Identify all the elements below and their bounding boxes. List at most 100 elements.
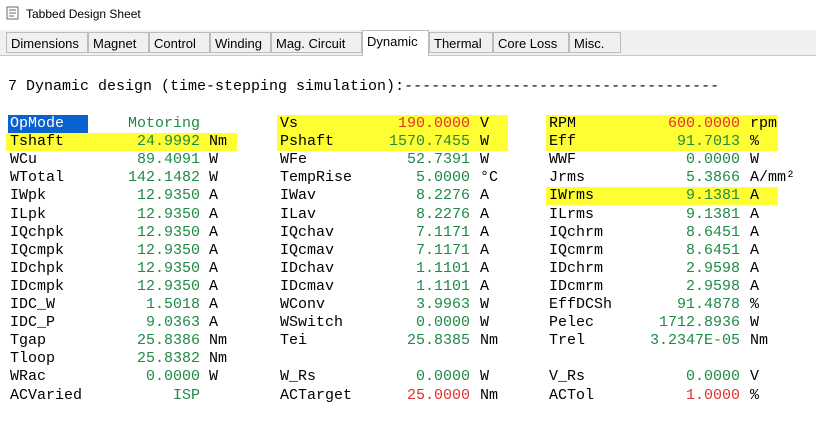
param-value: 3.9963 [415, 296, 470, 313]
param-unit: W [480, 133, 490, 151]
param-unit: A [209, 223, 219, 241]
param-label: WCu [10, 151, 38, 169]
param-value: Motoring [127, 115, 200, 132]
param-unit: rpm [750, 115, 778, 132]
param-unit: A [750, 259, 760, 277]
param-value: 8.2276 [415, 205, 470, 223]
param-value: 8.6451 [685, 223, 740, 241]
param-unit: A [750, 187, 760, 205]
param-unit: W [209, 368, 219, 386]
param-unit: A [480, 223, 490, 241]
param-label: Tei [280, 332, 308, 350]
param-value: 25.8385 [406, 332, 470, 350]
param-unit: V [750, 368, 760, 386]
param-value: 0.0000 [685, 368, 740, 386]
param-value: 52.7391 [406, 151, 470, 169]
param-unit: W [209, 151, 219, 169]
param-value: 1.1101 [415, 277, 470, 295]
param-value: 142.1482 [127, 169, 200, 187]
param-unit: A [480, 187, 490, 205]
param-value: 0.0000 [685, 151, 740, 169]
param-unit: A [480, 205, 490, 223]
param-value: 25.8386 [136, 332, 200, 350]
param-value: 12.9350 [136, 259, 200, 277]
param-value: 89.4091 [136, 151, 200, 169]
param-value: 7.1171 [415, 241, 470, 259]
param-value: 9.1381 [685, 205, 740, 223]
param-unit: V [480, 115, 490, 132]
param-label: WFe [280, 151, 308, 169]
param-unit: A [750, 223, 760, 241]
param-value: 9.0363 [145, 314, 200, 332]
param-unit: A [750, 205, 760, 223]
param-value: 12.9350 [136, 205, 200, 223]
param-unit: Nm [480, 332, 499, 350]
param-value: 1712.8936 [658, 314, 740, 332]
param-unit: A/mm² [750, 169, 796, 187]
param-value: 12.9350 [136, 277, 200, 295]
param-value: 25.8382 [136, 350, 200, 368]
param-unit: A [480, 241, 490, 259]
param-unit: A [750, 241, 760, 259]
param-unit: Nm [209, 133, 228, 151]
param-value: 0.0000 [415, 368, 470, 386]
param-value: 3.2347E-05 [649, 332, 740, 350]
param-value: 0.0000 [415, 314, 470, 332]
title-bar: Tabbed Design Sheet [0, 0, 816, 30]
tab-magnet[interactable]: Magnet [88, 32, 149, 53]
tab-core-loss[interactable]: Core Loss [493, 32, 569, 53]
param-unit: W [480, 296, 490, 313]
param-unit: W [480, 151, 490, 169]
param-value: 1570.7455 [388, 133, 470, 151]
param-value: 600.0000 [667, 115, 740, 132]
param-value: 8.2276 [415, 187, 470, 205]
tab-dynamic[interactable]: Dynamic [362, 30, 429, 56]
tab-misc[interactable]: Misc. [569, 32, 621, 53]
param-label: WWF [549, 151, 577, 169]
param-unit: % [750, 296, 760, 313]
param-value: 8.6451 [685, 241, 740, 259]
param-unit: A [209, 296, 219, 313]
param-unit: W [480, 314, 490, 332]
param-value: ISP [172, 386, 200, 404]
param-value: 190.0000 [397, 115, 470, 132]
param-label: Eff [549, 133, 577, 151]
param-unit: A [480, 277, 490, 295]
param-unit: A [209, 314, 219, 332]
param-unit: A [209, 241, 219, 259]
param-value: 91.4878 [676, 296, 740, 313]
tab-strip: Dimensions Magnet Control Winding Mag. Circu… [0, 30, 816, 56]
param-value: 1.0000 [685, 386, 740, 404]
param-value: 5.0000 [415, 169, 470, 187]
param-unit: Nm [750, 332, 769, 350]
param-unit: W [209, 169, 219, 187]
param-unit: Nm [209, 350, 228, 368]
param-unit: % [750, 386, 760, 404]
param-unit: °C [480, 169, 499, 187]
section-heading: 7 Dynamic design (time-stepping simulati… [8, 78, 720, 95]
param-unit: A [209, 259, 219, 277]
tab-dimensions[interactable]: Dimensions [6, 32, 88, 53]
tab-control[interactable]: Control [149, 32, 210, 53]
param-unit: W [750, 314, 760, 332]
param-unit: Nm [209, 332, 228, 350]
param-value: 9.1381 [685, 187, 740, 205]
param-value: 24.9992 [136, 133, 200, 151]
param-label: RPM [549, 115, 577, 132]
param-unit: Nm [480, 386, 499, 404]
sheet-icon [6, 6, 19, 20]
param-value: 2.9598 [685, 259, 740, 277]
param-value: 0.0000 [145, 368, 200, 386]
param-unit: A [750, 277, 760, 295]
tab-thermal[interactable]: Thermal [429, 32, 493, 53]
param-value: 7.1171 [415, 223, 470, 241]
param-value: 1.1101 [415, 259, 470, 277]
tab-mag-circuit[interactable]: Mag. Circuit [271, 32, 362, 53]
param-value: 12.9350 [136, 241, 200, 259]
param-unit: A [480, 259, 490, 277]
tab-winding[interactable]: Winding [210, 32, 271, 53]
param-value: 2.9598 [685, 277, 740, 295]
param-unit: A [209, 277, 219, 295]
param-label: Vs [280, 115, 299, 132]
param-value: 25.0000 [406, 386, 470, 404]
